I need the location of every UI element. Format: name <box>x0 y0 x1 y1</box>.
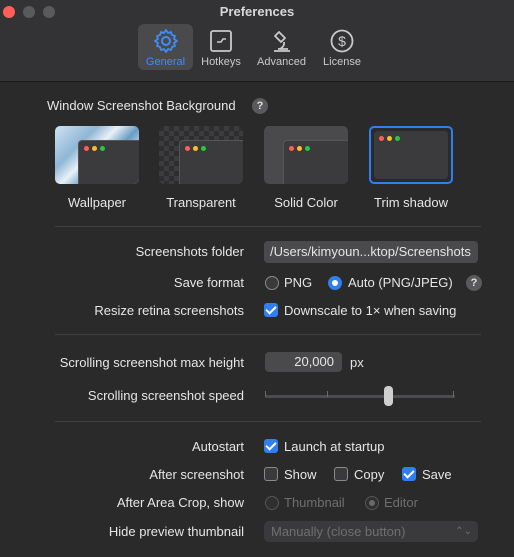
area-crop-thumbnail-label: Thumbnail <box>284 495 345 510</box>
after-show-checkbox[interactable] <box>264 467 278 481</box>
area-crop-editor-radio[interactable] <box>365 496 379 510</box>
slider-tick <box>453 391 454 397</box>
divider <box>55 226 481 227</box>
screenshots-folder-label: Screenshots folder <box>135 244 244 259</box>
microscope-icon <box>273 31 290 52</box>
tab-hotkeys[interactable]: Hotkeys <box>196 24 246 70</box>
format-help-button[interactable]: ? <box>466 275 482 291</box>
downscale-option-label: Downscale to 1× when saving <box>284 303 457 318</box>
background-option-trim-shadow[interactable] <box>369 126 453 184</box>
area-crop-label: After Area Crop, show <box>116 495 244 510</box>
after-screenshot-label: After screenshot <box>149 467 244 482</box>
resize-retina-label: Resize retina screenshots <box>94 303 244 318</box>
background-option-wallpaper-label: Wallpaper <box>67 195 127 210</box>
divider <box>55 421 481 422</box>
scroll-speed-slider-knob[interactable] <box>384 386 393 406</box>
tab-general-label: General <box>145 56 186 68</box>
slider-tick <box>327 391 328 397</box>
downscale-checkbox[interactable] <box>264 303 278 317</box>
window-preview <box>179 140 243 184</box>
scroll-max-height-label: Scrolling screenshot max height <box>59 355 244 370</box>
scroll-max-height-input[interactable]: 20,000 <box>265 352 342 372</box>
tab-advanced-label: Advanced <box>257 56 306 68</box>
format-auto-radio[interactable] <box>328 276 342 290</box>
tab-hotkeys-label: Hotkeys <box>201 56 241 68</box>
after-copy-checkbox[interactable] <box>334 467 348 481</box>
window-title: Preferences <box>219 4 295 19</box>
hide-preview-label: Hide preview thumbnail <box>108 524 244 539</box>
dollar-icon: $ <box>330 29 354 53</box>
scroll-max-height-unit: px <box>350 355 364 370</box>
tab-general[interactable]: General <box>138 24 193 70</box>
window-preview <box>78 140 139 184</box>
area-crop-editor-label: Editor <box>384 495 418 510</box>
background-section-title: Window Screenshot Background <box>47 98 236 113</box>
scroll-speed-slider-track[interactable] <box>265 395 455 398</box>
screenshots-folder-field[interactable]: /Users/kimyoun...ktop/Screenshots <box>264 241 478 263</box>
format-png-label: PNG <box>284 275 313 290</box>
svg-text:$: $ <box>338 33 346 49</box>
after-show-label: Show <box>284 467 317 482</box>
background-option-trim-shadow-label: Trim shadow <box>374 195 448 210</box>
save-format-label: Save format <box>173 275 244 290</box>
background-option-wallpaper[interactable] <box>55 126 139 184</box>
background-option-solid-color-label: Solid Color <box>274 195 338 210</box>
title-bar: Preferences General Hotkeys Advanced $ L… <box>0 0 514 82</box>
hide-preview-value: Manually (close button) <box>271 524 406 539</box>
window-preview <box>374 131 448 179</box>
background-option-transparent[interactable] <box>159 126 243 184</box>
keyboard-icon <box>210 30 232 52</box>
tab-advanced[interactable]: Advanced <box>253 24 310 70</box>
chevron-updown-icon: ⌃⌄ <box>455 526 472 537</box>
after-save-label: Save <box>422 467 452 482</box>
divider <box>55 334 481 335</box>
area-crop-thumbnail-radio[interactable] <box>265 496 279 510</box>
tab-license[interactable]: $ License <box>317 24 367 70</box>
launch-at-startup-checkbox[interactable] <box>264 439 278 453</box>
launch-at-startup-label: Launch at startup <box>284 439 385 454</box>
after-copy-label: Copy <box>354 467 385 482</box>
slider-tick <box>265 391 266 397</box>
tab-license-label: License <box>323 56 361 68</box>
autostart-label: Autostart <box>191 439 244 454</box>
format-auto-label: Auto (PNG/JPEG) <box>348 275 453 290</box>
help-button[interactable]: ? <box>252 98 268 114</box>
scroll-speed-label: Scrolling screenshot speed <box>87 388 244 403</box>
gear-icon <box>153 29 178 53</box>
format-png-radio[interactable] <box>265 276 279 290</box>
window-preview <box>283 140 348 184</box>
after-save-checkbox[interactable] <box>402 467 416 481</box>
background-option-solid-color[interactable] <box>264 126 348 184</box>
hide-preview-select[interactable]: Manually (close button) ⌃⌄ <box>264 521 478 542</box>
background-option-transparent-label: Transparent <box>166 195 236 210</box>
